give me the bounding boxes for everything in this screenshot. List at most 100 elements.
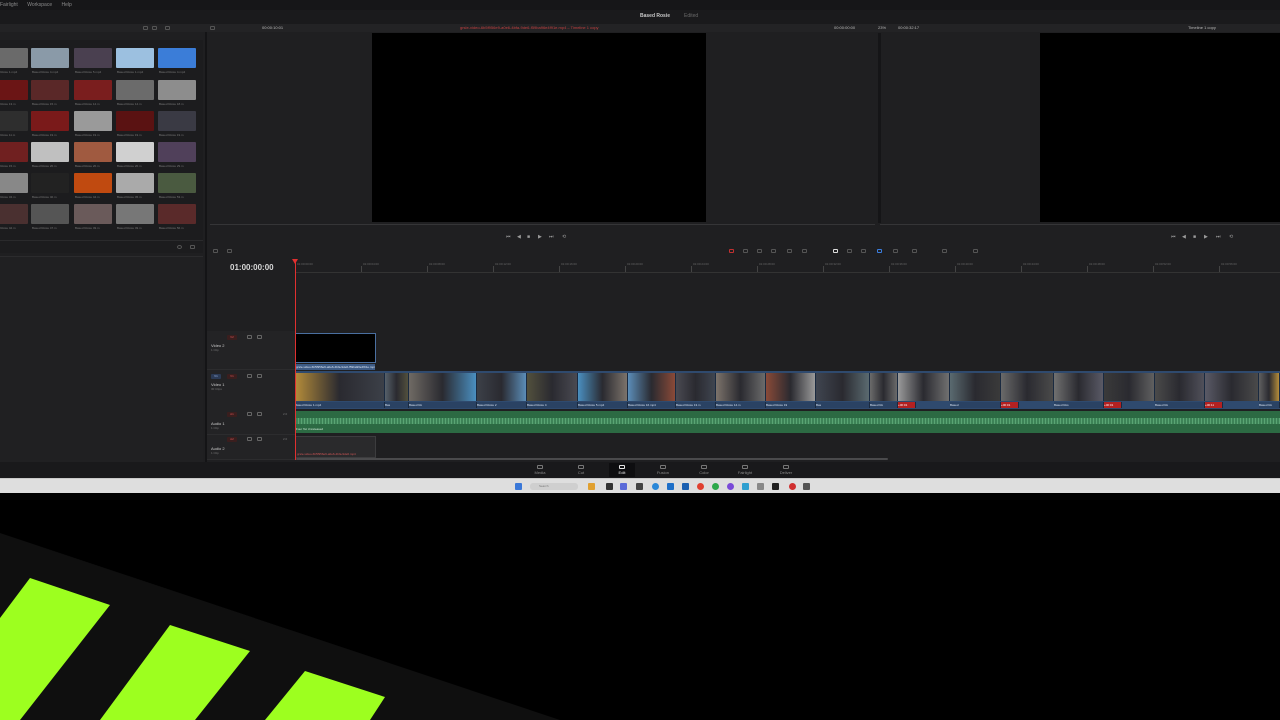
media-thumbnail[interactable] <box>74 80 112 100</box>
search-icon[interactable] <box>165 26 170 30</box>
v1-clip[interactable] <box>1205 373 1259 401</box>
v1-clip[interactable] <box>766 373 816 401</box>
v1-clip[interactable] <box>527 373 578 401</box>
blade-tool-icon[interactable] <box>757 249 762 253</box>
page-tab-media[interactable]: Media <box>527 463 553 477</box>
media-thumbnail[interactable] <box>31 80 69 100</box>
volume-icon[interactable] <box>973 249 978 253</box>
v1-clip[interactable] <box>385 373 409 401</box>
trim-tool-icon[interactable] <box>743 249 748 253</box>
media-thumbnail[interactable] <box>158 142 196 162</box>
media-thumbnail[interactable] <box>158 204 196 224</box>
program-zoom[interactable]: 23% <box>878 25 886 30</box>
link-icon[interactable] <box>847 249 852 253</box>
page-tab-fairlight[interactable]: Fairlight <box>732 463 758 477</box>
file-explorer-icon[interactable] <box>588 483 595 490</box>
v1-clip[interactable] <box>295 373 385 401</box>
media-thumbnail[interactable] <box>31 204 69 224</box>
lock-icon[interactable] <box>861 249 866 253</box>
media-thumbnail[interactable] <box>116 173 154 193</box>
flag-icon[interactable] <box>877 249 882 253</box>
resolve-icon[interactable] <box>772 483 779 490</box>
v1-clip[interactable] <box>1155 373 1205 401</box>
v1-clip[interactable] <box>1104 373 1155 401</box>
media-thumbnail[interactable] <box>116 204 154 224</box>
media-thumbnail[interactable] <box>116 111 154 131</box>
source-scrub-bar[interactable] <box>210 224 875 225</box>
media-thumbnail[interactable] <box>116 80 154 100</box>
page-tab-cut[interactable]: Cut <box>568 463 594 477</box>
timeline-view-icon[interactable] <box>213 249 218 253</box>
media-thumbnail[interactable] <box>0 111 28 131</box>
media-thumbnail[interactable] <box>158 48 196 68</box>
media-thumbnail[interactable] <box>0 142 28 162</box>
jump-start-icon[interactable]: ⏮ <box>506 233 511 241</box>
v1-clip[interactable] <box>816 373 870 401</box>
play-icon[interactable]: ▶ <box>1204 233 1208 241</box>
overwrite-clip-icon[interactable] <box>787 249 792 253</box>
stop-icon[interactable]: ■ <box>1193 233 1196 241</box>
media-thumbnail[interactable] <box>0 48 28 68</box>
media-thumbnail[interactable] <box>158 173 196 193</box>
zoom-out-icon[interactable] <box>912 249 917 253</box>
v1-clip[interactable] <box>716 373 766 401</box>
app-icon[interactable] <box>636 483 643 490</box>
v1-clip[interactable] <box>950 373 1001 401</box>
viewer-divider[interactable] <box>878 33 881 223</box>
media-thumbnail[interactable] <box>158 111 196 131</box>
app-icon[interactable] <box>620 483 627 490</box>
search-icon[interactable] <box>177 245 182 249</box>
playhead-handle[interactable] <box>292 259 298 264</box>
track-badge-a1[interactable]: A1 <box>227 412 237 417</box>
app-icon[interactable] <box>606 483 613 490</box>
app-icon[interactable] <box>667 483 674 490</box>
snapping-icon[interactable] <box>833 249 838 253</box>
app-icon[interactable] <box>789 483 796 490</box>
media-thumbnail[interactable] <box>0 204 28 224</box>
media-thumbnail[interactable] <box>31 142 69 162</box>
page-tab-deliver[interactable]: Deliver <box>773 463 799 477</box>
v2-clip[interactable] <box>295 333 376 363</box>
media-thumbnail[interactable] <box>74 111 112 131</box>
v1-clip[interactable] <box>409 373 477 401</box>
timeline-scrollbar[interactable] <box>296 458 888 460</box>
media-thumbnail[interactable] <box>74 48 112 68</box>
v1-clip[interactable] <box>1001 373 1054 401</box>
auto-select-icon[interactable] <box>257 437 262 441</box>
edge-icon[interactable] <box>652 483 659 490</box>
viewer-layout-icon[interactable] <box>210 26 215 30</box>
app-icon[interactable] <box>712 483 719 490</box>
insert-clip-icon[interactable] <box>771 249 776 253</box>
lock-track-icon[interactable] <box>247 335 252 339</box>
timeline-name[interactable]: Timeline 1 copy <box>1188 25 1216 30</box>
app-icon[interactable] <box>757 483 764 490</box>
start-icon[interactable] <box>515 483 522 490</box>
play-icon[interactable]: ▶ <box>538 233 542 241</box>
stop-icon[interactable]: ■ <box>527 233 530 241</box>
v1-clip[interactable] <box>628 373 676 401</box>
thumbnail-view-icon[interactable] <box>152 26 157 30</box>
track-badge-v2[interactable]: V2 <box>227 335 237 340</box>
menu-help[interactable]: Help <box>62 0 72 10</box>
page-tab-color[interactable]: Color <box>691 463 717 477</box>
jump-start-icon[interactable]: ⏮ <box>1171 233 1176 241</box>
media-thumbnail[interactable] <box>74 204 112 224</box>
media-thumbnail[interactable] <box>31 111 69 131</box>
v1-clip[interactable] <box>1054 373 1104 401</box>
playhead[interactable] <box>295 260 296 460</box>
selection-tool-icon[interactable] <box>729 249 734 253</box>
v1-clip[interactable] <box>898 373 950 401</box>
list-view-icon[interactable] <box>143 26 148 30</box>
app-icon[interactable] <box>742 483 749 490</box>
reverse-icon[interactable]: ◀ <box>517 233 521 241</box>
jump-end-icon[interactable]: ⏭ <box>549 233 554 241</box>
auto-select-icon[interactable] <box>257 374 262 378</box>
app-icon[interactable] <box>682 483 689 490</box>
v1-clip[interactable] <box>578 373 628 401</box>
source-viewer[interactable] <box>372 33 706 222</box>
replace-clip-icon[interactable] <box>802 249 807 253</box>
v1-clip[interactable] <box>477 373 527 401</box>
timeline-options-icon[interactable] <box>227 249 232 253</box>
v1-clip[interactable] <box>870 373 898 401</box>
source-clip-name[interactable]: grsle-video-6b5f956e9-a0e6-4bfa-9de6-f59… <box>460 25 599 30</box>
